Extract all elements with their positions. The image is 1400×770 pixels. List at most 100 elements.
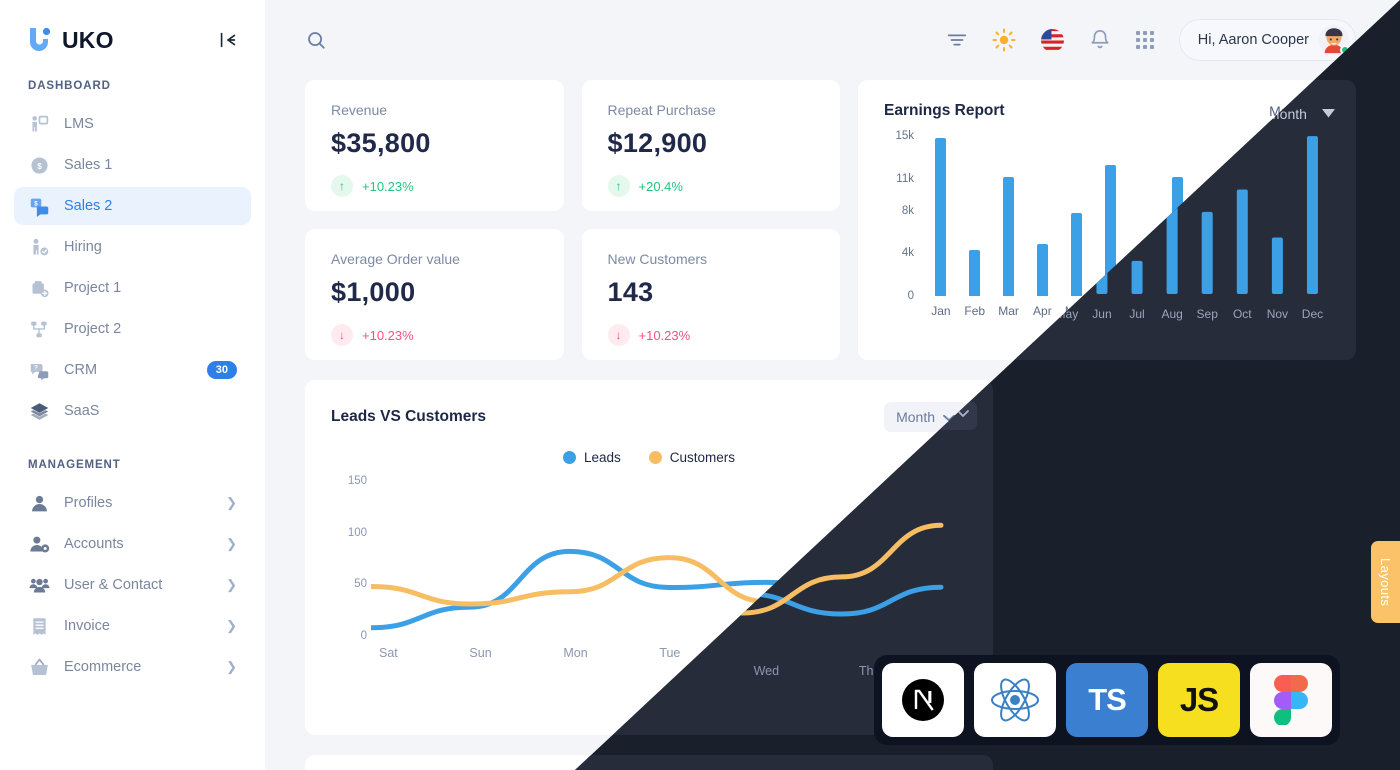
search-icon[interactable] xyxy=(305,29,327,51)
stat-value: $35,800 xyxy=(331,128,431,158)
sidebar-item-label: Project 2 xyxy=(64,321,122,337)
bottom-row xyxy=(305,755,1356,770)
layouts-tab[interactable]: Layouts xyxy=(1371,541,1400,624)
earnings-bar-sep[interactable] xyxy=(1195,213,1229,296)
legend-item-leads[interactable]: Leads xyxy=(562,450,621,465)
earnings-bar-dec[interactable] xyxy=(1296,138,1330,296)
leads-x-tick: Thu xyxy=(849,646,871,660)
stat-delta-value: +10.23% xyxy=(362,178,414,194)
sidebar-item-label: Invoice xyxy=(64,618,110,634)
user-menu-button[interactable]: Hi, Aaron Cooper xyxy=(1178,19,1356,61)
javascript-icon[interactable]: JS xyxy=(1158,663,1240,737)
earnings-bar-apr[interactable] xyxy=(1025,243,1059,296)
person-icon xyxy=(28,492,50,514)
user-avatar[interactable] xyxy=(1319,25,1350,55)
sidebar-item-label: SaaS xyxy=(64,403,100,419)
leads-line-chart: 0 50 100 150 Sat Sun Mon Tue Wed Thu Fri xyxy=(331,471,967,686)
earnings-x-tick: Sep xyxy=(1200,304,1223,318)
sidebar-item-accounts[interactable]: Accounts ❯ xyxy=(14,525,251,563)
earnings-x-tick: Jun xyxy=(1100,304,1120,318)
us-flag-icon[interactable] xyxy=(1040,28,1065,53)
user-greeting: Hi, Aaron Cooper xyxy=(1197,32,1309,48)
sidebar-item-hiring[interactable]: Hiring xyxy=(14,228,251,266)
earnings-range-select[interactable]: Month xyxy=(1269,103,1330,119)
stat-value: 143 xyxy=(607,277,654,307)
sidebar-item-label: LMS xyxy=(64,116,94,132)
sun-theme-icon[interactable] xyxy=(992,28,1016,52)
brand-name: UKO xyxy=(62,26,114,53)
sidebar-item-user-contact[interactable]: User & Contact ❯ xyxy=(14,566,251,604)
sidebar: UKO DASHBOARD LMS $ Sales 1 $ Sales 2 Hiring Pr… xyxy=(0,0,265,770)
legend-label: Leads xyxy=(583,450,621,465)
earnings-y-tick: 11k xyxy=(896,172,914,185)
caret-down-icon xyxy=(1317,103,1330,119)
legend-item-customers[interactable]: Customers xyxy=(648,450,736,465)
apps-grid-icon[interactable] xyxy=(1135,30,1155,50)
sidebar-item-invoice[interactable]: Invoice ❯ xyxy=(14,607,251,645)
project-box-icon xyxy=(28,277,50,299)
earnings-bar-aug[interactable] xyxy=(1161,176,1195,296)
sidebar-item-label: Profiles xyxy=(64,495,113,511)
earnings-bar-nov[interactable] xyxy=(1262,239,1296,296)
collapse-sidebar-icon[interactable] xyxy=(217,29,239,51)
stat-value: $1,000 xyxy=(331,277,416,307)
sidebar-item-sales-2[interactable]: $ Sales 2 xyxy=(14,187,251,225)
sidebar-item-profiles[interactable]: Profiles ❯ xyxy=(14,484,251,522)
leads-y-tick: 0 xyxy=(360,630,367,642)
sidebar-item-sales-1[interactable]: $ Sales 1 xyxy=(14,146,251,184)
leads-lines xyxy=(371,511,967,631)
brand[interactable]: UKO xyxy=(26,26,114,54)
stat-title: Repeat Purchase xyxy=(607,102,716,118)
bell-notification-icon[interactable] xyxy=(1089,29,1111,51)
earnings-bar-jul[interactable] xyxy=(1127,262,1161,296)
earnings-x-tick: May xyxy=(1064,304,1088,318)
sidebar-item-ecommerce[interactable]: Ecommerce ❯ xyxy=(14,648,251,686)
earnings-bars xyxy=(924,136,1330,296)
sidebar-item-badge: 30 xyxy=(206,361,237,379)
earnings-bar-oct[interactable] xyxy=(1228,191,1262,296)
dollar-badge-icon: $ xyxy=(28,154,50,176)
sidebar-section-title-management: MANAGEMENT xyxy=(28,459,121,471)
project-status-title: Project Status xyxy=(1132,402,1237,419)
earnings-x-tick: Apr xyxy=(1033,304,1052,318)
sidebar-item-saas[interactable]: SaaS xyxy=(14,392,251,430)
earnings-x-axis: Jan Feb Mar Apr May Jun Jul Aug Sep Oct Nov Dec xyxy=(924,304,1330,318)
stat-delta: ↓ +10.23% xyxy=(607,324,815,346)
arrow-up-icon: ↑ xyxy=(607,175,630,197)
legend-label: Customers xyxy=(669,450,736,465)
stat-delta: ↓ +10.23% xyxy=(331,324,538,346)
earnings-y-tick: 0 xyxy=(907,290,914,302)
leads-x-tick: Sun xyxy=(469,646,492,660)
bottom-card xyxy=(305,755,1356,770)
donut-label: Avg Range xyxy=(1147,537,1222,555)
sidebar-item-project-1[interactable]: Project 1 xyxy=(14,269,251,307)
account-gear-icon xyxy=(28,533,50,555)
nextjs-icon[interactable] xyxy=(882,663,964,737)
leads-x-tick: Sat xyxy=(379,646,398,660)
sidebar-nav: DASHBOARD LMS $ Sales 1 $ Sales 2 Hiring Projec… xyxy=(0,54,265,686)
javascript-label: JS xyxy=(1179,681,1219,718)
sidebar-item-project-2[interactable]: Project 2 xyxy=(14,310,251,348)
filter-lines-icon[interactable] xyxy=(946,29,968,51)
earnings-report-card: Earnings Report Month 0 4k 8k 11k 15k Jan Feb… xyxy=(858,80,1356,360)
sidebar-item-crm[interactable]: ? CRM 30 xyxy=(14,351,251,389)
earnings-bar-jan[interactable] xyxy=(924,138,958,296)
earnings-bar-mar[interactable] xyxy=(992,176,1026,296)
figma-icon[interactable] xyxy=(1250,663,1332,737)
leads-x-tick: Mon xyxy=(563,646,588,660)
earnings-y-tick: 8k xyxy=(901,204,914,217)
react-icon[interactable] xyxy=(974,663,1056,737)
stat-card-repeat-purchase: Repeat Purchase $12,900 ↑ +20.4% xyxy=(581,80,840,211)
stat-delta-value: +10.23% xyxy=(362,327,414,343)
leads-range-select[interactable]: Month xyxy=(884,402,967,432)
typescript-icon[interactable]: TS xyxy=(1066,663,1148,737)
hiring-person-icon xyxy=(28,236,50,258)
sidebar-item-lms[interactable]: LMS xyxy=(14,105,251,143)
earnings-bar-may[interactable] xyxy=(1059,212,1093,296)
earnings-bar-feb[interactable] xyxy=(958,250,992,296)
earnings-bar-jun[interactable] xyxy=(1093,164,1127,296)
sidebar-item-label: CRM xyxy=(64,362,98,378)
stat-title: New Customers xyxy=(607,251,708,267)
lms-icon xyxy=(28,113,50,135)
arrow-up-icon: ↑ xyxy=(331,175,353,197)
